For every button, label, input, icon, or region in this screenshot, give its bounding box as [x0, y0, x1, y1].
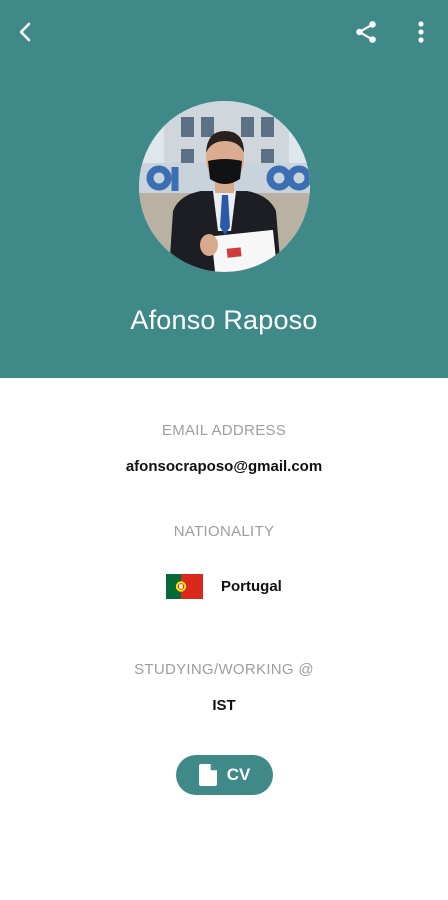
- more-options-button[interactable]: [401, 12, 441, 52]
- cv-button[interactable]: CV: [176, 755, 273, 795]
- back-button[interactable]: [6, 12, 46, 52]
- nationality-value: Portugal: [221, 577, 282, 595]
- portugal-flag-icon: [166, 573, 203, 599]
- profile-header: Afonso Raposo: [0, 0, 448, 378]
- share-icon: [356, 21, 376, 43]
- more-vert-icon: [418, 21, 424, 43]
- nationality-label: NATIONALITY: [173, 523, 275, 540]
- profile-photo: [139, 101, 310, 272]
- avatar: [139, 101, 310, 272]
- work-label: STUDYING/WORKING @: [134, 661, 314, 678]
- profile-name: Afonso Raposo: [130, 305, 318, 335]
- share-button[interactable]: [346, 12, 386, 52]
- nationality-row: Portugal: [166, 573, 282, 599]
- document-icon: [198, 764, 217, 786]
- email-label: EMAIL ADDRESS: [161, 422, 287, 439]
- email-value[interactable]: afonsocraposo@gmail.com: [0, 458, 448, 475]
- cv-button-label: CV: [226, 765, 251, 784]
- chevron-left-icon: [19, 22, 31, 42]
- work-value: IST: [212, 697, 236, 714]
